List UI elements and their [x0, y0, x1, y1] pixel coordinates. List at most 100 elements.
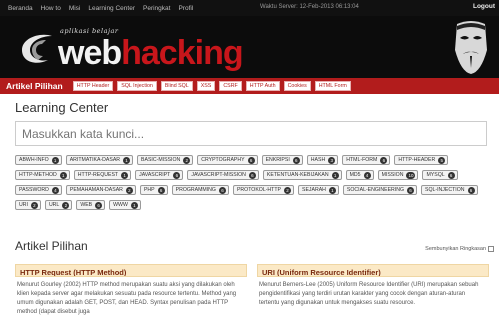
- site-logo-text[interactable]: webhacking: [58, 34, 244, 72]
- tag-md5[interactable]: MD5 4: [345, 170, 374, 180]
- tag-count-badge: 6: [467, 186, 475, 194]
- featured-link-sql-injection[interactable]: SQL Injection: [117, 81, 157, 91]
- tag-count-badge: 4: [363, 171, 371, 179]
- tag-social-engineering[interactable]: SOCIAL-ENGINEERING 6: [342, 185, 417, 195]
- tag-count-badge: 6: [380, 156, 388, 164]
- tag-count-badge: 6: [292, 156, 300, 164]
- top-navigation-bar: Beranda How to Misi Learning Center Peri…: [0, 0, 499, 16]
- tag-php[interactable]: PHP 6: [139, 185, 168, 195]
- article-card: URI (Uniform Resource Identifier) Menuru…: [257, 264, 489, 308]
- tag-count-badge: 2: [62, 201, 70, 209]
- tag-count-badge: 2: [125, 186, 133, 194]
- tag-label: HTTP-HEADER: [398, 157, 436, 163]
- tag-mission[interactable]: MISSION 10: [377, 170, 419, 180]
- tag-label: HTTP-REQUEST: [77, 172, 119, 178]
- site-banner: aplikasi belajar webhacking: [0, 16, 499, 78]
- tag-count-badge: 1: [130, 201, 138, 209]
- tag-count-badge: 1: [123, 156, 131, 164]
- tag-label: CRYPTOGRAPHY: [201, 157, 245, 163]
- nav-link-beranda[interactable]: Beranda: [8, 5, 33, 12]
- article-summary: Menurut Berners-Lee (2005) Uniform Resou…: [259, 282, 479, 306]
- tag-javascript[interactable]: JAVASCRIPT 6: [135, 170, 184, 180]
- tag-label: MD5: [349, 172, 361, 178]
- nav-link-learning-center[interactable]: Learning Center: [88, 5, 135, 12]
- tag-count-badge: 2: [30, 201, 38, 209]
- logo-word-web: web: [58, 34, 122, 72]
- tag-label: HTML-FORM: [346, 157, 378, 163]
- article-title-link[interactable]: URI (Uniform Resource Identifier): [257, 264, 489, 277]
- tag-label: SEJARAH: [301, 187, 326, 193]
- tag-sql-injection[interactable]: SQL-INJECTION 6: [421, 185, 478, 195]
- featured-article-links: HTTP Header SQL Injection Blind SQL XSS …: [72, 81, 351, 91]
- hide-summary-toggle[interactable]: Sembunyikan Ringkasan: [425, 246, 494, 252]
- logo-swoosh-icon: [22, 34, 52, 63]
- tag-count-badge: 6: [407, 186, 414, 194]
- tag-html-form[interactable]: HTML-FORM 6: [342, 155, 391, 165]
- tag-uri[interactable]: URI 2: [15, 200, 41, 210]
- tag-label: KETENTUAN-KEBIJAKAN: [266, 172, 329, 178]
- tag-pemahaman-dasar[interactable]: PEMAHAMAN-DASAR 2: [65, 185, 136, 195]
- guy-fawkes-mask-icon: [455, 21, 487, 74]
- tag-count-badge: 2: [183, 156, 191, 164]
- tag-password[interactable]: PASSWORD 4: [15, 185, 62, 195]
- tag-label: WWW: [113, 202, 128, 208]
- nav-link-misi[interactable]: Misi: [69, 5, 81, 12]
- featured-link-http-header[interactable]: HTTP Header: [72, 81, 114, 91]
- tag-label: SOCIAL-ENGINEERING: [346, 187, 404, 193]
- tag-label: JAVASCRIPT-MISSION: [191, 172, 246, 178]
- tag-url[interactable]: URL 2: [44, 200, 73, 210]
- featured-articles-heading: Artikel Pilihan: [15, 239, 88, 253]
- tag-count-badge: 10: [406, 171, 416, 179]
- tag-label: URL: [48, 202, 60, 208]
- tag-label: PROTOKOL-HTTP: [236, 187, 281, 193]
- tag-label: WEB: [80, 202, 93, 208]
- logo-word-hacking: hacking: [121, 34, 243, 72]
- featured-link-cookies[interactable]: Cookies: [283, 81, 311, 91]
- tag-count-badge: 6: [247, 156, 255, 164]
- tag-label: MISSION: [381, 172, 404, 178]
- tag-cloud: ABWH-INFO 1 ARITMATIKA-DASAR 1 BASIC-MISSION…: [15, 155, 493, 210]
- tag-enkripsi[interactable]: ENKRIPSI 6: [261, 155, 303, 165]
- tag-cryptography[interactable]: CRYPTOGRAPHY 6: [197, 155, 258, 165]
- featured-link-xss[interactable]: XSS: [196, 81, 216, 91]
- tag-http-method[interactable]: HTTP-METHOD 1: [15, 170, 70, 180]
- logout-link[interactable]: Logout: [473, 3, 495, 10]
- tag-ketentuan-kebijakan[interactable]: KETENTUAN-KEBIJAKAN 1: [262, 170, 342, 180]
- tag-basic-mission[interactable]: BASIC-MISSION 2: [137, 155, 194, 165]
- tag-count-badge: 6: [157, 186, 165, 194]
- article-card: HTTP Request (HTTP Method) Menurut Gourl…: [15, 264, 247, 317]
- tag-label: JAVASCRIPT: [139, 172, 171, 178]
- tag-count-badge: 4: [51, 186, 59, 194]
- tag-hash[interactable]: HASH 3: [306, 155, 339, 165]
- tag-www[interactable]: WWW 1: [109, 200, 141, 210]
- hide-summary-checkbox[interactable]: [488, 246, 494, 252]
- tag-programming[interactable]: PROGRAMMING 6: [171, 185, 229, 195]
- tag-aritmatika-dasar[interactable]: ARITMATIKA-DASAR 1: [65, 155, 134, 165]
- tag-count-badge: 1: [328, 186, 336, 194]
- tag-count-badge: 1: [121, 171, 129, 179]
- tag-protokol-http[interactable]: PROTOKOL-HTTP 2: [232, 185, 294, 195]
- tag-abwh-info[interactable]: ABWH-INFO 1: [15, 155, 62, 165]
- tag-javascript-mission[interactable]: JAVASCRIPT-MISSION 6: [187, 170, 259, 180]
- featured-link-http-auth[interactable]: HTTP Auth: [245, 81, 280, 91]
- nav-link-peringkat[interactable]: Peringkat: [143, 5, 170, 12]
- featured-link-blind-sql[interactable]: Blind SQL: [160, 81, 193, 91]
- tag-sejarah[interactable]: SEJARAH 1: [297, 185, 339, 195]
- tag-label: ARITMATIKA-DASAR: [69, 157, 121, 163]
- tag-count-badge: 1: [59, 171, 67, 179]
- article-title-link[interactable]: HTTP Request (HTTP Method): [15, 264, 247, 277]
- tag-label: SQL-INJECTION: [425, 187, 465, 193]
- tag-http-request[interactable]: HTTP-REQUEST 1: [73, 170, 132, 180]
- tag-count-badge: 5: [438, 156, 446, 164]
- nav-link-profil[interactable]: Profil: [178, 5, 193, 12]
- tag-web[interactable]: WEB 6: [76, 200, 106, 210]
- tag-mysql[interactable]: MYSQL 6: [422, 170, 458, 180]
- featured-link-csrf[interactable]: CSRF: [219, 81, 242, 91]
- tag-http-header[interactable]: HTTP-HEADER 5: [394, 155, 449, 165]
- nav-link-how-to[interactable]: How to: [41, 5, 61, 12]
- tag-label: PHP: [143, 187, 155, 193]
- featured-link-html-form[interactable]: HTML Form: [314, 81, 351, 91]
- search-input[interactable]: [15, 121, 487, 146]
- tag-count-badge: 1: [51, 156, 59, 164]
- tag-label: ABWH-INFO: [19, 157, 49, 163]
